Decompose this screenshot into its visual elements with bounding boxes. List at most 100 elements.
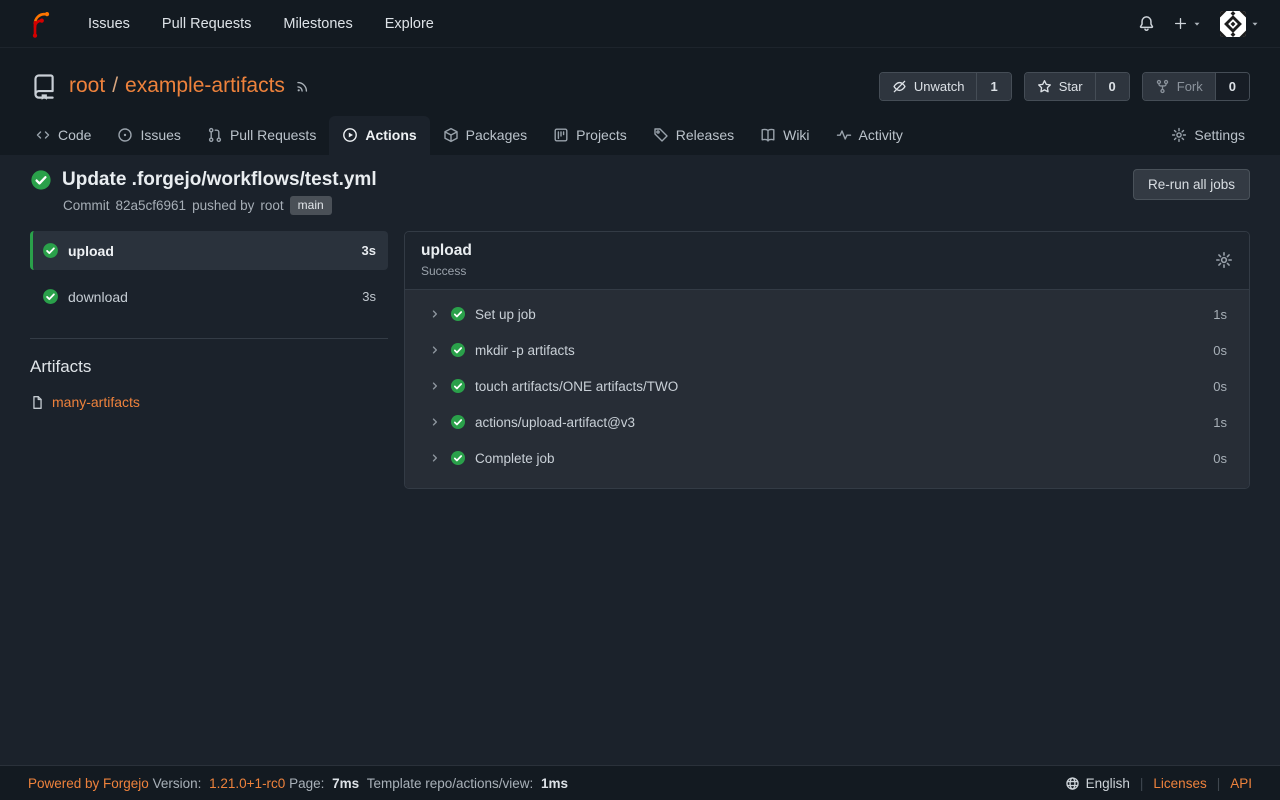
rerun-all-jobs-button[interactable]: Re-run all jobs xyxy=(1133,169,1250,200)
tab-label: Projects xyxy=(576,127,627,143)
repo-owner-link[interactable]: root xyxy=(69,74,105,98)
step-label: actions/upload-artifact@v3 xyxy=(475,415,635,430)
powered-by-link[interactable]: Powered by Forgejo xyxy=(28,776,149,791)
fork-button[interactable]: Fork 0 xyxy=(1142,72,1250,101)
tab-issues[interactable]: Issues xyxy=(104,116,193,155)
caret-down-icon xyxy=(1192,19,1202,29)
tab-packages[interactable]: Packages xyxy=(430,116,540,155)
job-detail-status: Success xyxy=(421,264,472,278)
unwatch-button[interactable]: Unwatch 1 xyxy=(879,72,1012,101)
check-circle-icon xyxy=(30,169,52,191)
tab-label: Issues xyxy=(140,127,180,143)
nav-issues[interactable]: Issues xyxy=(72,0,146,48)
artifact-link[interactable]: many-artifacts xyxy=(52,394,140,410)
chevron-right-icon xyxy=(429,344,441,356)
licenses-link[interactable]: Licenses xyxy=(1153,776,1206,791)
repo-header: root / example-artifacts Unwatch 1 xyxy=(0,48,1280,155)
fork-icon xyxy=(1155,79,1170,94)
step-label: mkdir -p artifacts xyxy=(475,343,575,358)
run-info: Update .forgejo/workflows/test.yml Commi… xyxy=(30,169,377,215)
step-label: Complete job xyxy=(475,451,555,466)
star-button[interactable]: Star 0 xyxy=(1024,72,1130,101)
commit-label: Commit xyxy=(63,198,110,213)
job-detail-title: upload xyxy=(421,242,472,260)
step-row-setup[interactable]: Set up job 1s xyxy=(405,296,1249,332)
top-navbar: Issues Pull Requests Milestones Explore xyxy=(0,0,1280,48)
tab-code[interactable]: Code xyxy=(22,116,104,155)
branch-badge[interactable]: main xyxy=(290,196,332,215)
chevron-right-icon xyxy=(429,416,441,428)
commit-sha[interactable]: 82a5cf6961 xyxy=(116,198,187,213)
tab-wiki[interactable]: Wiki xyxy=(747,116,822,155)
nav-milestones[interactable]: Milestones xyxy=(267,0,368,48)
step-label: touch artifacts/ONE artifacts/TWO xyxy=(475,379,678,394)
step-duration: 1s xyxy=(1213,307,1227,322)
tab-label: Activity xyxy=(859,127,903,143)
tab-label: Packages xyxy=(466,127,527,143)
repo-name-link[interactable]: example-artifacts xyxy=(125,74,285,98)
artifact-item: many-artifacts xyxy=(30,394,388,410)
check-circle-icon xyxy=(42,288,59,305)
step-row-complete[interactable]: Complete job 0s xyxy=(405,440,1249,476)
template-time-value: 1ms xyxy=(541,776,568,791)
tab-releases[interactable]: Releases xyxy=(640,116,747,155)
job-item-download[interactable]: download 3s xyxy=(30,277,388,316)
job-duration: 3s xyxy=(362,243,376,258)
unwatch-label: Unwatch xyxy=(914,79,965,94)
step-row-touch[interactable]: touch artifacts/ONE artifacts/TWO 0s xyxy=(405,368,1249,404)
check-circle-icon xyxy=(450,378,466,394)
tab-label: Settings xyxy=(1194,127,1245,143)
navbar-right xyxy=(1132,5,1266,43)
step-duration: 1s xyxy=(1213,415,1227,430)
tab-activity[interactable]: Activity xyxy=(823,116,916,155)
rss-icon[interactable] xyxy=(295,78,311,94)
job-name: upload xyxy=(68,243,114,259)
play-circle-icon xyxy=(342,127,358,143)
avatar-identicon[interactable] xyxy=(1220,11,1246,37)
tab-settings[interactable]: Settings xyxy=(1158,116,1258,155)
file-icon xyxy=(30,395,45,410)
watchers-count[interactable]: 1 xyxy=(976,73,1010,100)
check-circle-icon xyxy=(450,342,466,358)
stars-count[interactable]: 0 xyxy=(1095,73,1129,100)
commit-author[interactable]: root xyxy=(260,198,283,213)
repo-action-buttons: Unwatch 1 Star 0 xyxy=(879,72,1250,101)
tab-projects[interactable]: Projects xyxy=(540,116,640,155)
check-circle-icon xyxy=(450,414,466,430)
pulse-icon xyxy=(836,127,852,143)
breadcrumb: root / example-artifacts xyxy=(69,74,285,98)
tab-actions[interactable]: Actions xyxy=(329,116,429,155)
user-menu[interactable] xyxy=(1214,5,1266,43)
bell-icon[interactable] xyxy=(1132,9,1161,38)
version-label: Version: xyxy=(153,776,202,791)
caret-down-icon xyxy=(1250,19,1260,29)
eye-slash-icon xyxy=(892,79,907,94)
repo-icon xyxy=(30,73,57,100)
api-link[interactable]: API xyxy=(1230,776,1252,791)
forgejo-logo-icon[interactable] xyxy=(26,9,56,39)
language-selector[interactable]: English xyxy=(1065,776,1130,791)
package-icon xyxy=(443,127,459,143)
job-detail-info: upload Success xyxy=(421,242,472,278)
page-time-label: Page: xyxy=(289,776,324,791)
template-time-label: Template repo/actions/view: xyxy=(367,776,534,791)
version-link[interactable]: 1.21.0+1-rc0 xyxy=(209,776,285,791)
step-row-mkdir[interactable]: mkdir -p artifacts 0s xyxy=(405,332,1249,368)
footer-divider: | xyxy=(1217,776,1221,791)
step-row-upload-artifact[interactable]: actions/upload-artifact@v3 1s xyxy=(405,404,1249,440)
chevron-right-icon xyxy=(429,308,441,320)
gear-icon[interactable] xyxy=(1215,251,1233,269)
create-new-button[interactable] xyxy=(1167,10,1208,37)
footer-divider: | xyxy=(1140,776,1144,791)
chevron-right-icon xyxy=(429,380,441,392)
nav-explore[interactable]: Explore xyxy=(369,0,450,48)
footer-links: English | Licenses | API xyxy=(1065,776,1252,791)
job-name: download xyxy=(68,289,128,305)
nav-pull-requests[interactable]: Pull Requests xyxy=(146,0,267,48)
forks-count[interactable]: 0 xyxy=(1215,73,1249,100)
job-item-upload[interactable]: upload 3s xyxy=(30,231,388,270)
plus-icon xyxy=(1173,16,1188,31)
page-time-value: 7ms xyxy=(332,776,359,791)
tab-pull-requests[interactable]: Pull Requests xyxy=(194,116,329,155)
project-icon xyxy=(553,127,569,143)
